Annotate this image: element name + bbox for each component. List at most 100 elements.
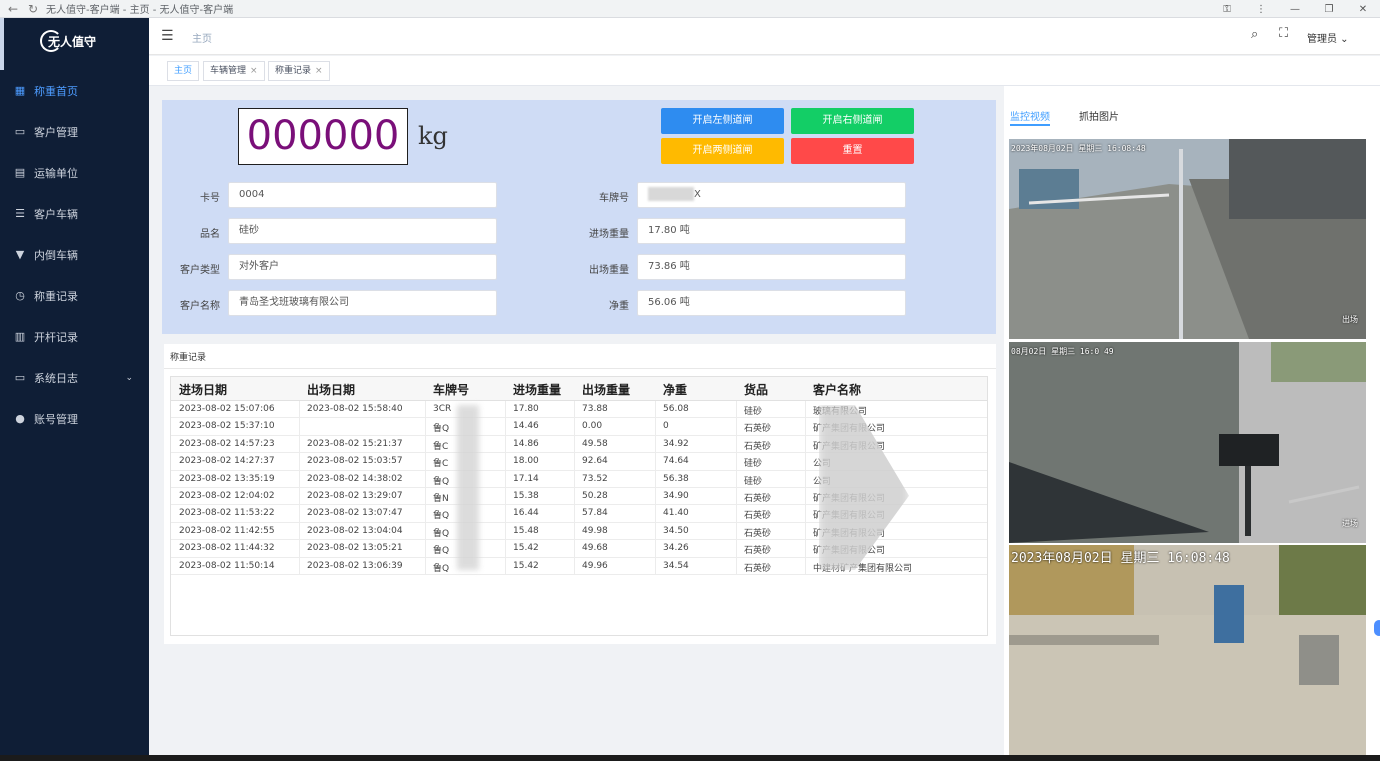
col-plate[interactable]: 车牌号 <box>433 381 469 398</box>
plate-value: X <box>694 189 701 200</box>
camera-feed-side[interactable]: 2023年08月02日 星期三 16:08:48 <box>1009 545 1366 755</box>
sidebar-item-label: 客户管理 <box>34 125 78 139</box>
camera-timestamp: 08月02日 星期三 16:0 49 <box>1011 347 1114 356</box>
sidebar-item-transport[interactable]: ▤ 运输单位 <box>0 152 149 193</box>
table-row[interactable]: 2023-08-02 11:50:14 2023-08-02 13:06:39 鲁Q… <box>171 558 987 575</box>
tab-snapshots[interactable]: 抓拍图片 <box>1079 108 1119 123</box>
tab-weigh-records[interactable]: 称重记录 × <box>268 61 330 81</box>
table-cell: 鲁Q <box>433 424 450 435</box>
table-cell: 2023-08-02 13:29:07 <box>307 491 403 501</box>
breadcrumb[interactable]: 主页 <box>192 30 212 45</box>
sidebar-item-gate-records[interactable]: ▥ 开杆记录 <box>0 316 149 357</box>
in-weight-field[interactable]: 17.80 吨 <box>637 218 906 244</box>
table-cell: 2023-08-02 11:42:55 <box>179 525 275 536</box>
weigh-panel: 000000 kg 开启左侧道闸 开启右侧道闸 开启两侧道闸 重置 卡号 000… <box>162 100 996 334</box>
sidebar-edge <box>0 18 4 70</box>
product-field[interactable]: 硅砂 <box>228 218 497 244</box>
maximize-icon[interactable]: ❐ <box>1312 4 1346 15</box>
col-divider <box>574 401 575 575</box>
table-cell: 2023-08-02 15:03:57 <box>307 456 403 467</box>
tab-label: 称重记录 <box>275 66 312 76</box>
user-icon: ● <box>15 411 25 425</box>
close-icon[interactable]: ✕ <box>1346 4 1380 15</box>
table-cell: 34.54 <box>663 560 689 571</box>
tab-live-video[interactable]: 监控视频 <box>1010 108 1050 123</box>
table-cell: 2023-08-02 14:57:23 <box>179 438 275 449</box>
reset-button[interactable]: 重置 <box>791 138 914 164</box>
grid-icon: ▦ <box>14 83 26 97</box>
customer-name-field[interactable]: 青岛圣戈班玻璃有限公司 <box>228 290 497 316</box>
card-no-field[interactable]: 0004 <box>228 182 497 208</box>
camera-feed-entry[interactable]: 08月02日 星期三 16:0 49 进场 <box>1009 342 1366 543</box>
sidebar-item-system-log[interactable]: ▭ 系统日志 ⌄ <box>0 357 149 398</box>
col-divider <box>805 401 806 575</box>
weight-unit: kg <box>418 122 448 150</box>
key-icon[interactable]: ⚿ <box>1210 4 1244 15</box>
sidebar-item-customers[interactable]: ▭ 客户管理 <box>0 111 149 152</box>
table-cell: 2023-08-02 15:37:10 <box>179 421 275 432</box>
table-cell: 49.96 <box>582 560 608 571</box>
net-weight-field[interactable]: 56.06 吨 <box>637 290 906 316</box>
out-weight-field[interactable]: 73.86 吨 <box>637 254 906 280</box>
table-cell: 17.80 <box>513 404 539 414</box>
open-both-gates-button[interactable]: 开启两侧道闸 <box>661 138 784 164</box>
sidebar-item-label: 运输单位 <box>34 166 78 180</box>
hamburger-icon[interactable]: ☰ <box>161 28 174 44</box>
table-cell: 2023-08-02 14:38:02 <box>307 473 403 484</box>
table-cell: 15.48 <box>513 525 539 536</box>
monitor-icon: ▭ <box>14 370 26 384</box>
col-in-weight[interactable]: 进场重量 <box>513 381 561 398</box>
table-cell: 92.64 <box>582 456 608 467</box>
more-icon[interactable]: ⋮ <box>1244 4 1278 15</box>
weight-display: 000000 <box>238 108 408 165</box>
fullscreen-icon[interactable]: ⛶ <box>1279 26 1288 41</box>
sidebar-item-weigh-home[interactable]: ▦ 称重首页 <box>0 70 149 111</box>
minimize-icon[interactable]: — <box>1278 4 1312 15</box>
active-tab-indicator <box>1010 124 1050 126</box>
logo-text: 无人值守 <box>48 34 97 49</box>
search-icon[interactable]: ⌕ <box>1251 27 1258 42</box>
col-divider <box>655 401 656 575</box>
plate-field[interactable]: X <box>637 182 906 208</box>
table-cell: 2023-08-02 11:44:32 <box>179 543 275 554</box>
table-cell: 鲁Q <box>433 563 450 574</box>
back-icon[interactable]: ← <box>6 2 20 16</box>
table-cell: 2023-08-02 13:35:19 <box>179 473 275 484</box>
tab-vehicles[interactable]: 车辆管理 × <box>203 61 265 81</box>
close-tab-icon[interactable]: × <box>315 66 323 76</box>
sidebar-item-internal-vehicles[interactable]: ▼ 内倒车辆 <box>0 234 149 275</box>
reload-icon[interactable]: ↻ <box>26 2 40 16</box>
doc-icon: ▥ <box>14 329 26 343</box>
open-left-gate-button[interactable]: 开启左侧道闸 <box>661 108 784 134</box>
sidebar-item-accounts[interactable]: ● 账号管理 <box>0 398 149 439</box>
table-cell: 14.46 <box>513 421 539 432</box>
taskbar <box>0 755 1380 761</box>
col-out-date[interactable]: 出场日期 <box>307 381 355 398</box>
truck-icon: ▼ <box>15 247 25 261</box>
table-cell: 硅砂 <box>744 476 763 487</box>
sidebar-item-weigh-records[interactable]: ◷ 称重记录 <box>0 275 149 316</box>
col-in-date[interactable]: 进场日期 <box>179 381 227 398</box>
col-divider <box>505 401 506 575</box>
table-cell: 2023-08-02 15:07:06 <box>179 404 275 414</box>
table-cell: 2023-08-02 13:05:21 <box>307 543 403 554</box>
out-weight-label: 出场重量 <box>589 265 629 276</box>
tab-home[interactable]: 主页 <box>167 61 200 81</box>
user-menu[interactable]: 管理员 ⌄ <box>1307 30 1349 45</box>
col-out-weight[interactable]: 出场重量 <box>582 381 630 398</box>
sidebar-item-customer-vehicles[interactable]: ☰ 客户车辆 <box>0 193 149 234</box>
col-goods[interactable]: 货品 <box>744 381 768 398</box>
sidebar-item-label: 开杆记录 <box>34 330 78 344</box>
table-row[interactable]: 2023-08-02 15:07:06 2023-08-02 15:58:40 3C… <box>171 401 987 419</box>
col-net[interactable]: 净重 <box>663 381 687 398</box>
col-customer[interactable]: 客户名称 <box>813 381 861 398</box>
open-right-gate-button[interactable]: 开启右侧道闸 <box>791 108 914 134</box>
close-tab-icon[interactable]: × <box>250 66 258 76</box>
table-cell: 硅砂 <box>744 459 763 470</box>
card-no-label: 卡号 <box>200 193 220 204</box>
floating-scroll-button[interactable] <box>1374 620 1380 636</box>
camera-feed-exit[interactable]: 2023年08月02日 星期三 16:08:48 出场 <box>1009 139 1366 339</box>
customer-type-field[interactable]: 对外客户 <box>228 254 497 280</box>
table-cell: 34.50 <box>663 525 689 536</box>
privacy-mask <box>457 405 479 570</box>
